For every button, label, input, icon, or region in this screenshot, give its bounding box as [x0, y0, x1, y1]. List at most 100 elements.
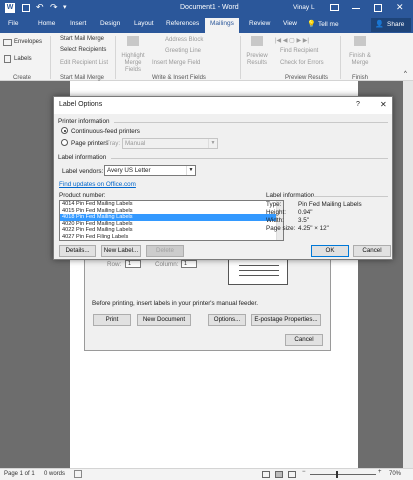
labels-button[interactable]: Labels — [14, 56, 32, 62]
dialog-title: Label Options — [59, 101, 103, 108]
navigation-arrows[interactable]: |◀ ◀ ▢ ▶ ▶| — [275, 37, 309, 44]
tell-me-box[interactable]: Tell me — [318, 21, 339, 28]
envelopes-cancel-button[interactable]: Cancel — [285, 334, 323, 346]
zoom-in-icon[interactable]: + — [378, 469, 382, 475]
read-mode-icon[interactable] — [262, 471, 270, 478]
row-select[interactable]: 1 — [125, 260, 141, 268]
page-printers-radio[interactable] — [61, 139, 68, 146]
details-button[interactable]: Details... — [59, 245, 96, 257]
new-document-button[interactable]: New Document — [137, 314, 191, 326]
finish-merge-button[interactable]: Finish & Merge — [345, 36, 375, 70]
customize-quick-access-icon[interactable]: ▾ — [63, 3, 67, 11]
column-value: 1 — [184, 261, 188, 267]
redo-icon[interactable]: ↷ — [50, 2, 58, 13]
print-layout-icon[interactable] — [275, 471, 283, 478]
minimize-icon[interactable] — [352, 8, 360, 9]
ok-button[interactable]: OK — [311, 245, 349, 257]
column-label: Column: — [155, 261, 179, 268]
zoom-slider[interactable] — [310, 471, 376, 478]
envelopes-button[interactable]: Envelopes — [14, 39, 42, 45]
list-item[interactable]: 4027 Pin Fed Filing Labels — [60, 234, 283, 240]
share-label: Share — [387, 21, 405, 28]
close-window-icon[interactable]: ✕ — [396, 2, 404, 13]
page-count[interactable]: Page 1 of 1 — [4, 471, 35, 477]
type-value: Pin Fed Mailing Labels — [298, 201, 362, 208]
page-printers-label[interactable]: Page printers — [71, 140, 108, 147]
envelope-icon — [3, 39, 12, 46]
tray-select[interactable]: Manual ▼ — [122, 138, 218, 149]
document-title: Document1 - Word — [180, 4, 239, 11]
continuous-feed-radio[interactable] — [61, 127, 68, 134]
share-button[interactable]: 👤 Share — [371, 18, 411, 32]
label-vendors-label: Label vendors: — [62, 168, 104, 175]
tab-layout[interactable]: Layout — [134, 20, 154, 27]
tab-review[interactable]: Review — [249, 20, 270, 27]
highlight-merge-fields-button[interactable]: Highlight Merge Fields — [118, 36, 148, 73]
highlight-label: Highlight Merge Fields — [121, 53, 145, 73]
width-key: Width: — [266, 217, 284, 224]
web-layout-icon[interactable] — [288, 471, 296, 478]
share-icon: 👤 — [375, 21, 384, 28]
list-item[interactable]: 4014 Pin Fed Mailing Labels — [60, 201, 283, 208]
word-count[interactable]: 0 words — [44, 471, 65, 477]
find-recipient-button[interactable]: Find Recipient — [280, 48, 318, 54]
list-item[interactable]: 4015 Pin Fed Mailing Labels — [60, 208, 283, 215]
finish-label: Finish & Merge — [349, 53, 371, 66]
find-updates-link[interactable]: Find updates on Office.com — [59, 181, 136, 188]
tab-view[interactable]: View — [283, 20, 297, 27]
greeting-line-button[interactable]: Greeting Line — [165, 48, 201, 54]
list-item[interactable]: 4020 Pin Fed Mailing Labels — [60, 221, 283, 228]
tab-file[interactable]: File — [8, 20, 18, 27]
label-preview-image — [228, 259, 288, 285]
new-label-button[interactable]: New Label... — [101, 245, 141, 257]
epostage-properties-button[interactable]: E-postage Properties... — [251, 314, 321, 326]
address-block-button[interactable]: Address Block — [165, 37, 203, 43]
tab-design[interactable]: Design — [100, 20, 120, 27]
column-select[interactable]: 1 — [181, 260, 197, 268]
preview-results-button[interactable]: Preview Results — [243, 36, 271, 70]
cancel-button[interactable]: Cancel — [353, 245, 391, 257]
select-recipients-button[interactable]: Select Recipients — [60, 47, 106, 53]
labels-icon — [4, 55, 11, 63]
zoom-out-icon[interactable]: − — [302, 469, 306, 475]
collapse-ribbon-icon[interactable]: ^ — [404, 71, 407, 77]
start-mail-merge-button[interactable]: Start Mail Merge — [60, 36, 104, 42]
proofing-icon[interactable] — [74, 470, 82, 478]
zoom-slider-thumb[interactable] — [336, 471, 338, 478]
edit-recipient-list-button[interactable]: Edit Recipient List — [60, 60, 108, 66]
maximize-icon[interactable] — [374, 4, 382, 12]
user-name[interactable]: Vinay L — [293, 4, 315, 11]
product-number-list[interactable]: 4014 Pin Fed Mailing Labels 4015 Pin Fed… — [59, 200, 284, 241]
tab-mailings[interactable]: Mailings — [205, 18, 239, 33]
preview-label: Preview Results — [246, 53, 268, 66]
ribbon-display-icon[interactable] — [330, 4, 339, 11]
delete-button[interactable]: Delete — [146, 245, 184, 257]
width-value: 3.5" — [298, 217, 309, 224]
tab-insert[interactable]: Insert — [70, 20, 86, 27]
options-button[interactable]: Options... — [208, 314, 246, 326]
label-information-heading: Label information — [58, 154, 107, 161]
chevron-down-icon: ▼ — [186, 166, 195, 175]
check-for-errors-button[interactable]: Check for Errors — [280, 60, 324, 66]
insert-merge-field-button[interactable]: Insert Merge Field — [152, 60, 200, 66]
type-key: Type: — [266, 201, 282, 208]
help-icon[interactable]: ? — [356, 101, 360, 108]
list-item-selected[interactable]: 4018 Pin Fed Mailing Labels — [60, 214, 283, 221]
lightbulb-icon: 💡 — [307, 21, 316, 28]
label-info-heading: Label information — [266, 192, 315, 199]
list-item[interactable]: 4022 Pin Fed Mailing Labels — [60, 227, 283, 234]
save-icon[interactable] — [22, 4, 30, 12]
height-value: 0.94" — [298, 209, 313, 216]
undo-icon[interactable]: ↶ — [36, 2, 44, 13]
continuous-feed-label[interactable]: Continuous-feed printers — [71, 128, 140, 135]
tab-home[interactable]: Home — [38, 20, 55, 27]
tray-value: Manual — [125, 140, 146, 147]
label-vendors-select[interactable]: Avery US Letter ▼ — [104, 165, 196, 176]
close-icon[interactable]: ✕ — [380, 100, 387, 109]
zoom-level[interactable]: 70% — [389, 471, 401, 477]
vertical-scrollbar[interactable] — [403, 81, 413, 468]
tab-references[interactable]: References — [166, 20, 199, 27]
label-options-dialog: Label Options ? ✕ Printer information Co… — [53, 96, 393, 260]
status-bar: Page 1 of 1 0 words − + 70% — [0, 468, 413, 480]
print-button[interactable]: Print — [93, 314, 131, 326]
